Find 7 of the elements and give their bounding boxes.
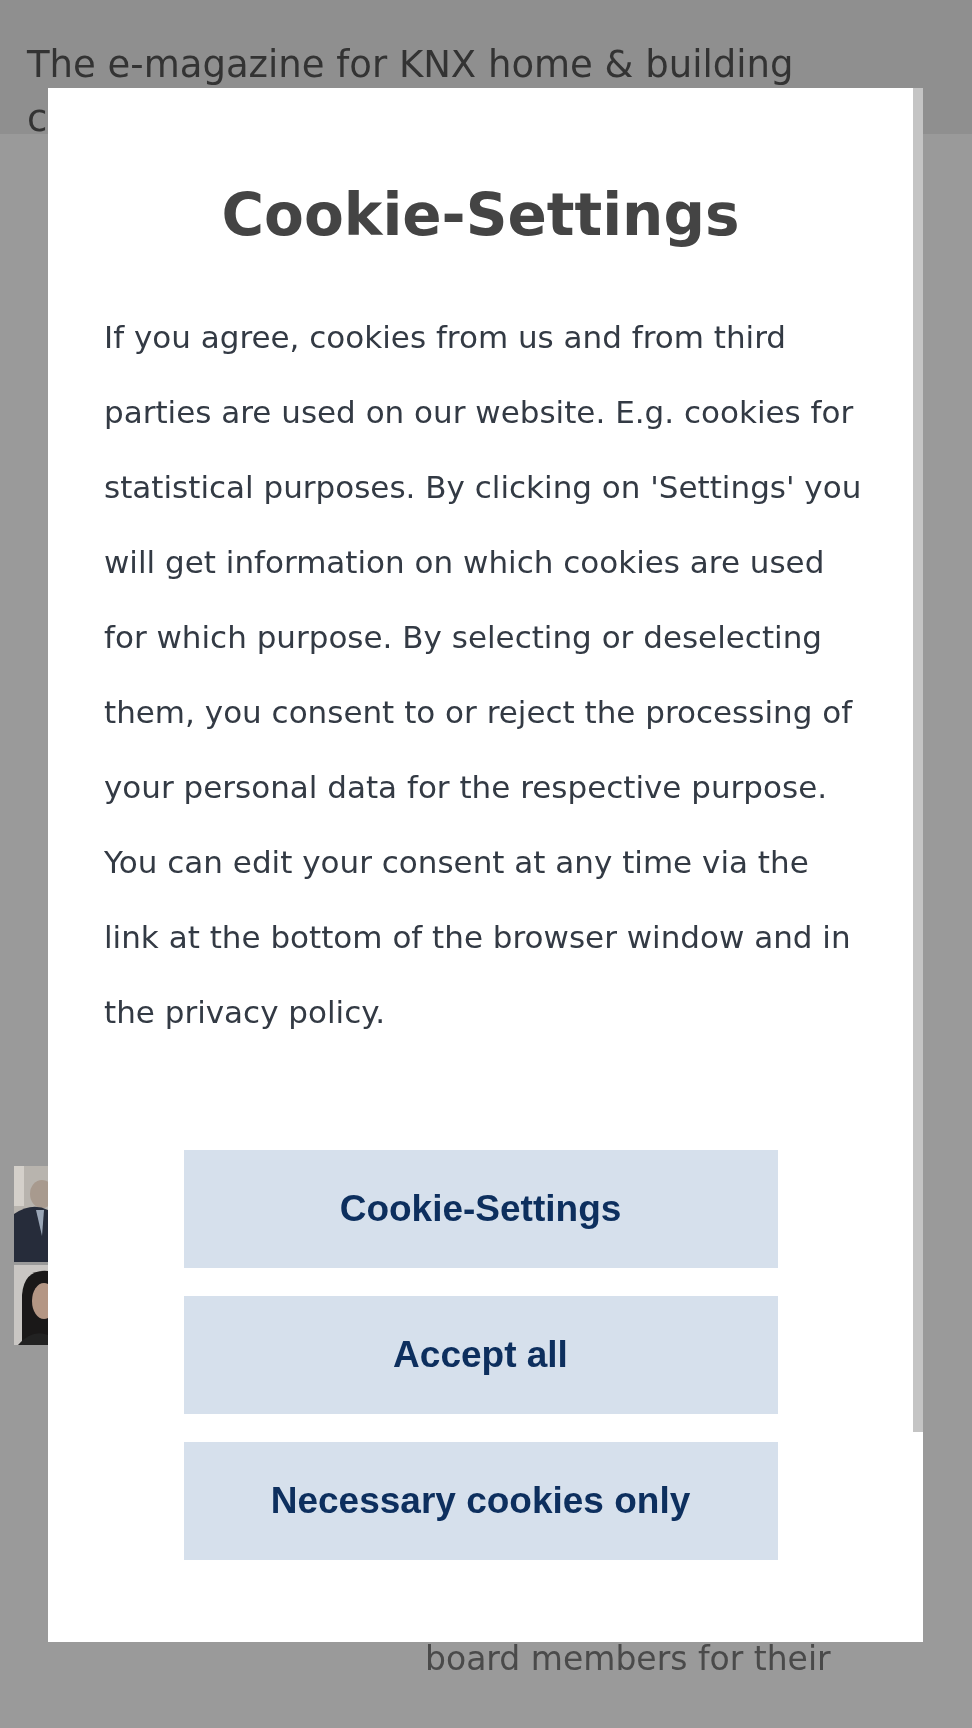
dialog-button[interactable]: Accept all <box>183 1296 778 1414</box>
tagline-text: The e-magazine for KNX home & building <box>27 42 794 88</box>
tagline-text: c <box>27 96 48 134</box>
dialog-text: If you agree, cookies from us and from third parties are used on our website. E.g. cookies for statistical purposes. By clicking on 'Settings' you will get information on which cookies are used for which purpose. By selecting or deselecting them, you consent to or reject the processing of your personal data for the respective purpose. You can edit your consent at any time via the link at the bottom of the browser window and in the privacy policy. <box>104 318 863 1032</box>
article-text: board members for their <box>425 1638 831 1680</box>
dialog-button[interactable]: Cookie-Settings <box>183 1150 778 1268</box>
dialog-button[interactable]: Necessary cookies only <box>183 1442 778 1560</box>
